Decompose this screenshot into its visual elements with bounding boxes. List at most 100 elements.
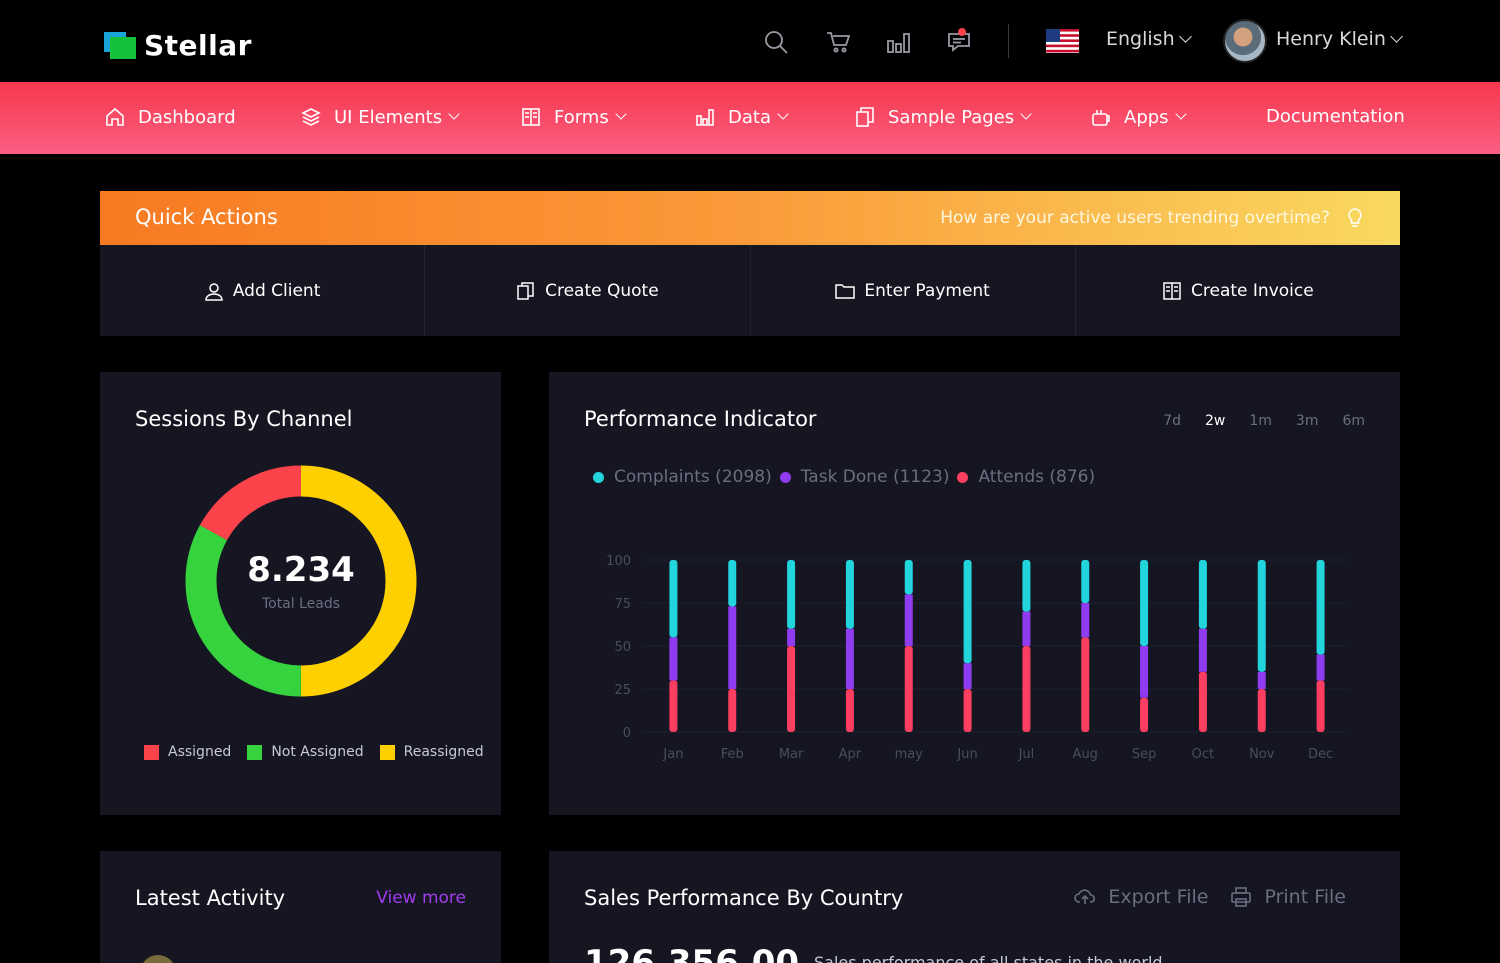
user-name: Henry Klein xyxy=(1276,28,1386,50)
bar-segment-attends-dec xyxy=(1316,680,1325,732)
bar-segment-complaints-jul xyxy=(1022,560,1031,612)
legend-label: Task Done (1123) xyxy=(800,467,950,487)
legend-dot xyxy=(779,471,791,483)
search-icon[interactable] xyxy=(760,26,792,58)
range-tab-7d[interactable]: 7d xyxy=(1163,413,1181,429)
bar-segment-attends-jul xyxy=(1022,646,1031,732)
folder-icon xyxy=(835,283,856,299)
main-nav: Dashboard UI Elements Forms Data Sample … xyxy=(0,82,1500,154)
bar-segment-complaints-apr xyxy=(845,560,854,629)
create-quote-button[interactable]: Create Quote xyxy=(425,245,751,336)
range-tab-6m[interactable]: 6m xyxy=(1342,413,1365,429)
cart-icon[interactable] xyxy=(822,26,854,58)
chevron-down-icon xyxy=(777,108,789,120)
range-tab-3m[interactable]: 3m xyxy=(1296,413,1319,429)
user-menu[interactable]: Henry Klein xyxy=(1276,28,1403,50)
nav-item-sample-pages[interactable]: Sample Pages xyxy=(854,106,1032,128)
bar-chart-icon xyxy=(696,109,714,126)
bar-segment-complaints-oct xyxy=(1198,560,1207,629)
enter-payment-button[interactable]: Enter Payment xyxy=(751,245,1076,336)
legend-item-attends[interactable]: Attends (876) xyxy=(957,467,1095,487)
language-selector[interactable]: English xyxy=(1106,28,1192,50)
legend-item-task-done[interactable]: Task Done (1123) xyxy=(779,467,950,487)
x-tick-label: Dec xyxy=(1308,747,1333,762)
performance-card: Performance Indicator 7d 2w 1m 3m 6m Com… xyxy=(549,372,1400,815)
legend-item-not-assigned: Not Assigned xyxy=(247,744,364,760)
nav-item-documentation[interactable]: Documentation xyxy=(1266,106,1405,127)
home-icon xyxy=(106,107,124,126)
bar-segment-task-mar xyxy=(787,628,796,646)
view-more-link[interactable]: View more xyxy=(376,888,466,908)
create-invoice-button[interactable]: Create Invoice xyxy=(1076,245,1400,336)
add-client-label: Add Client xyxy=(232,280,321,301)
range-tab-1m[interactable]: 1m xyxy=(1249,413,1272,429)
range-tab-2w[interactable]: 2w xyxy=(1205,413,1225,429)
quick-actions-title: Quick Actions xyxy=(135,205,278,229)
bar-segment-attends-jan xyxy=(669,680,678,732)
bar-segment-attends-feb xyxy=(728,689,737,732)
logo-mark-icon xyxy=(104,31,136,60)
sales-actions: Export File Print File xyxy=(1074,886,1346,908)
sessions-legend: Assigned Not Assigned Reassigned xyxy=(144,744,484,760)
export-file-button[interactable]: Export File xyxy=(1074,886,1208,908)
enter-payment-label: Enter Payment xyxy=(864,280,990,301)
x-tick-label: Apr xyxy=(839,747,862,762)
legend-label: Not Assigned xyxy=(271,744,364,760)
bar-segment-complaints-mar xyxy=(787,560,796,629)
nav-item-ui-elements[interactable]: UI Elements xyxy=(300,106,460,128)
bar-segment-task-apr xyxy=(845,628,854,689)
pages-icon xyxy=(856,107,874,127)
add-client-button[interactable]: Add Client xyxy=(100,245,426,336)
us-flag-icon[interactable] xyxy=(1046,29,1079,53)
print-label: Print File xyxy=(1264,886,1346,908)
create-quote-label: Create Quote xyxy=(545,280,659,301)
performance-legend: Complaints (2098) Task Done (1123) Atten… xyxy=(593,467,1095,487)
bar-segment-attends-mar xyxy=(787,646,796,732)
topbar-divider xyxy=(1008,24,1009,58)
bar-segment-task-feb xyxy=(728,606,737,689)
legend-item-complaints[interactable]: Complaints (2098) xyxy=(593,467,772,487)
nav-item-data[interactable]: Data xyxy=(694,106,789,128)
bar-segment-complaints-jan xyxy=(669,560,678,638)
message-icon[interactable] xyxy=(943,24,975,56)
x-tick-label: Sep xyxy=(1132,747,1157,762)
legend-item-assigned: Assigned xyxy=(144,744,231,760)
language-label: English xyxy=(1106,28,1175,50)
sessions-title: Sessions By Channel xyxy=(135,407,353,431)
nav-label: UI Elements xyxy=(334,106,443,128)
y-tick-label: 75 xyxy=(614,597,631,612)
avatar xyxy=(140,955,176,963)
print-file-button[interactable]: Print File xyxy=(1230,886,1346,908)
cloud-upload-icon xyxy=(1074,889,1096,904)
bar-segment-complaints-feb xyxy=(728,560,737,607)
nav-item-apps[interactable]: Apps xyxy=(1090,106,1187,128)
nav-label: Apps xyxy=(1124,106,1169,128)
nav-label: Documentation xyxy=(1266,106,1405,127)
sales-amount: 126,356.00 xyxy=(584,943,800,963)
legend-label: Reassigned xyxy=(403,744,484,760)
activity-card: Latest Activity View more xyxy=(100,851,501,963)
x-tick-label: Mar xyxy=(779,747,804,762)
chevron-down-icon xyxy=(1390,29,1403,43)
bar-segment-attends-may xyxy=(904,646,913,732)
x-tick-label: Feb xyxy=(721,747,744,762)
bar-segment-attends-sep xyxy=(1140,697,1149,732)
copy-icon xyxy=(517,281,534,300)
chevron-down-icon xyxy=(1174,108,1187,120)
nav-item-dashboard[interactable]: Dashboard xyxy=(104,106,236,128)
y-tick-label: 50 xyxy=(614,640,631,655)
bar-segment-task-may xyxy=(904,594,913,646)
bar-segment-attends-jun xyxy=(963,689,972,732)
bar-chart-icon[interactable] xyxy=(882,26,914,58)
y-tick-label: 0 xyxy=(623,726,631,741)
nav-item-forms[interactable]: Forms xyxy=(520,106,627,128)
performance-title: Performance Indicator xyxy=(584,407,817,431)
avatar[interactable] xyxy=(1223,19,1267,63)
sessions-card: Sessions By Channel 8.234 Total Leads As… xyxy=(100,372,501,815)
bar-segment-task-aug xyxy=(1081,603,1090,638)
performance-bar-chart: 0 25 50 75 100 Jan Feb Mar Apr may Jun Jul Aug Sep Oct… xyxy=(606,554,1348,762)
brand-logo[interactable]: Stellar xyxy=(104,29,252,62)
lightbulb-icon[interactable] xyxy=(1346,207,1364,229)
sales-card: Sales Performance By Country Export File… xyxy=(549,851,1400,963)
chevron-down-icon xyxy=(448,108,460,120)
